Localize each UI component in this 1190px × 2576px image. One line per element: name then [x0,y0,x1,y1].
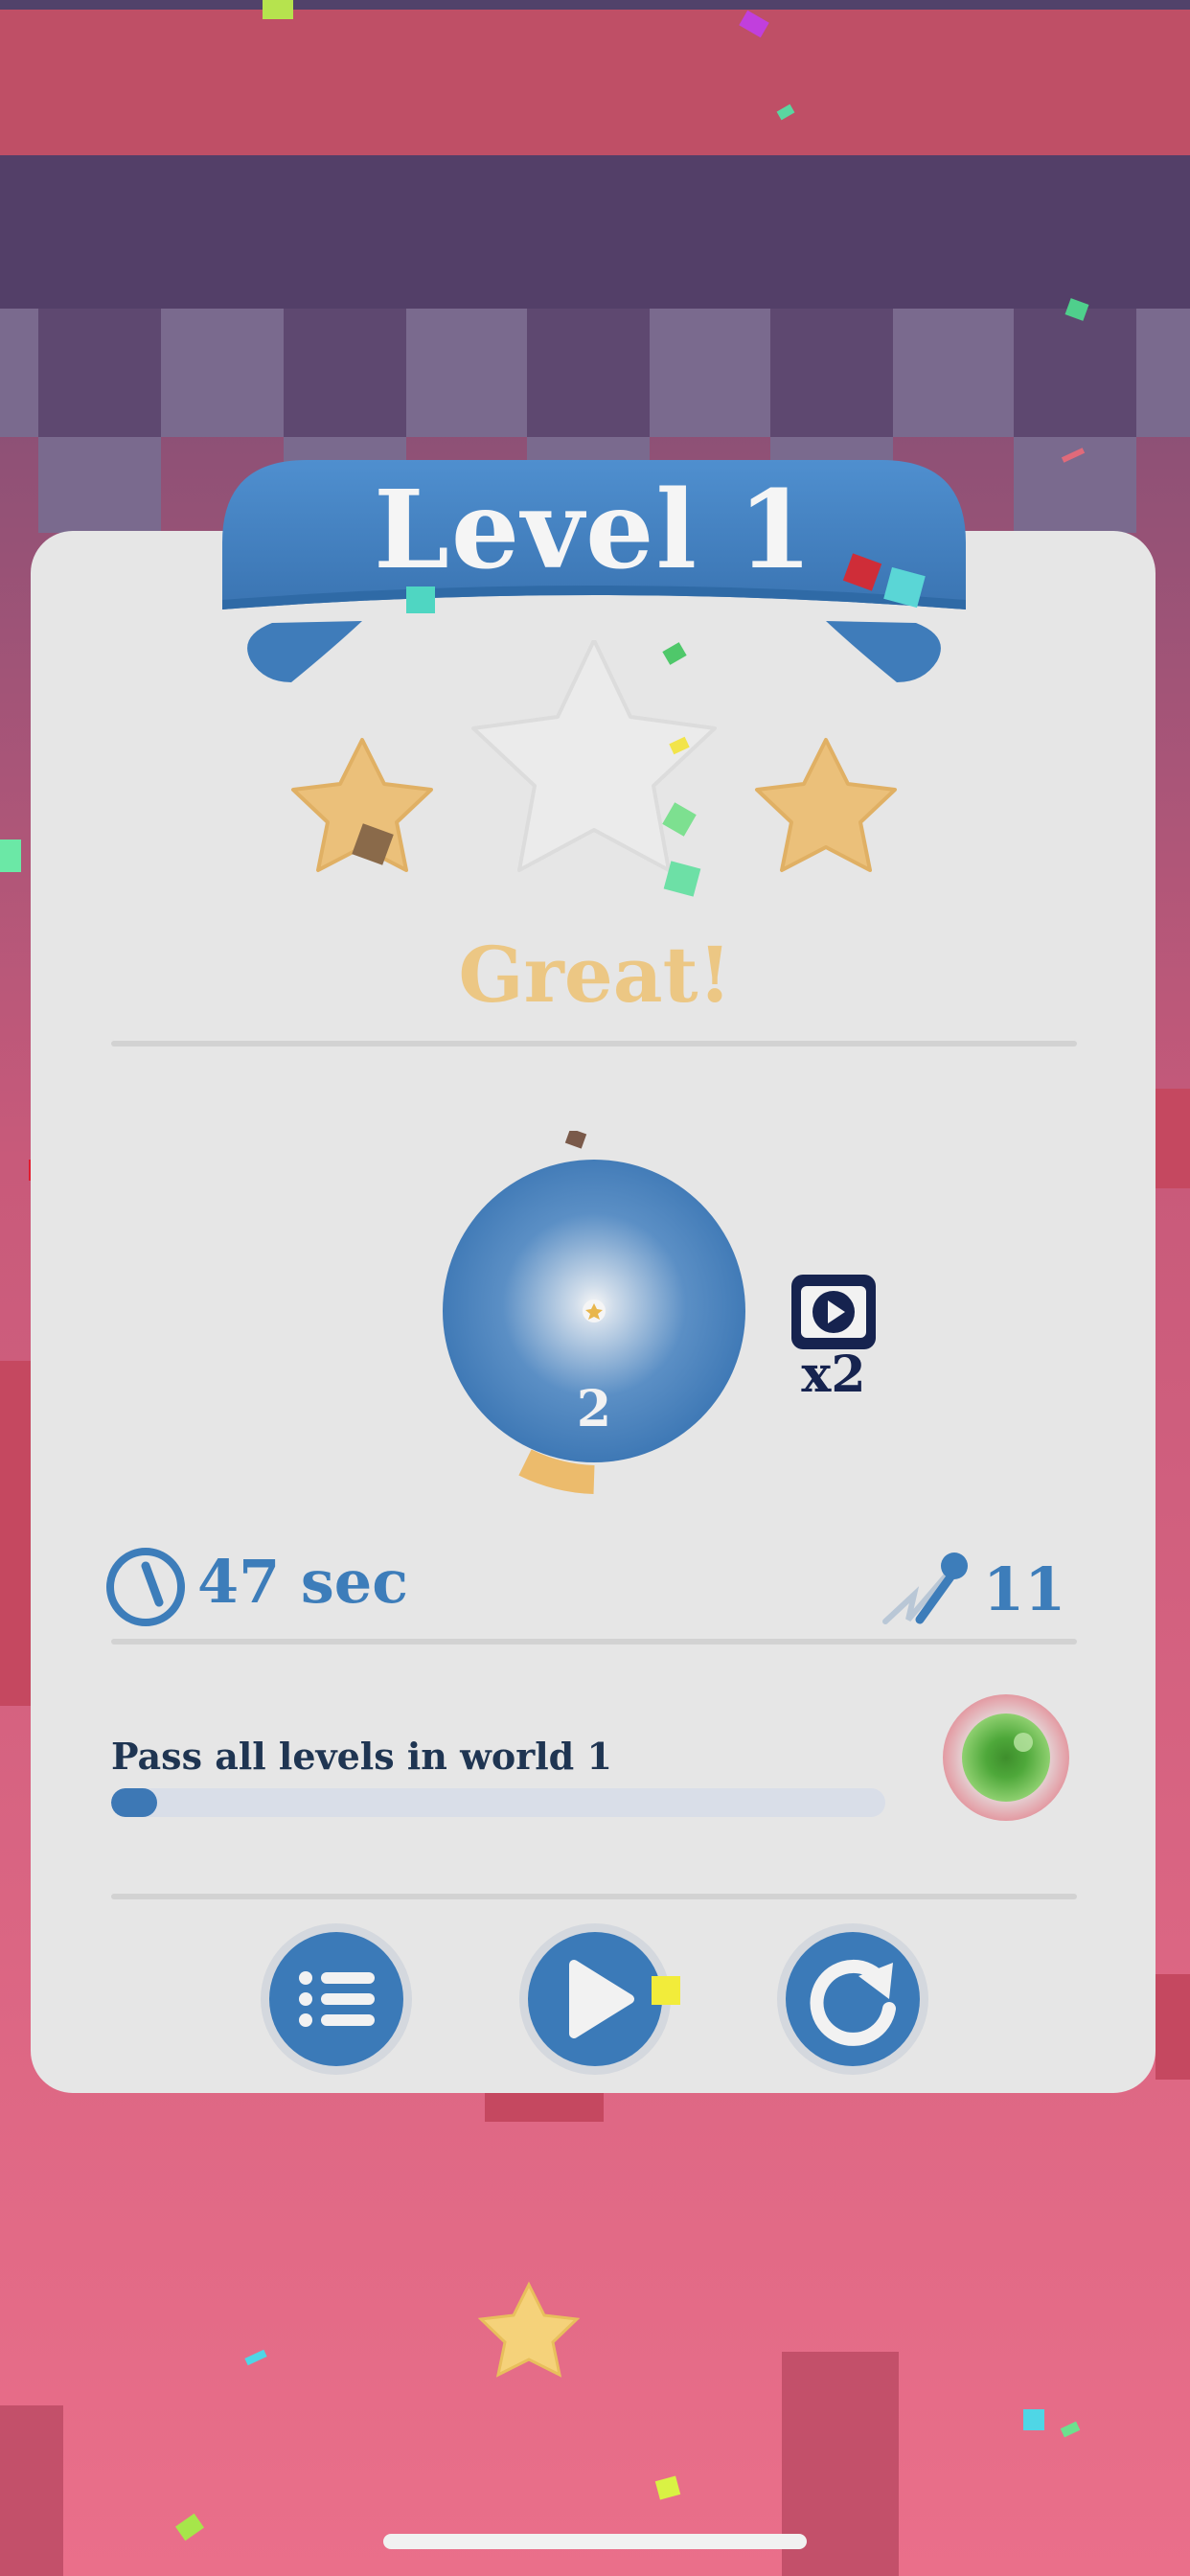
divider [111,1894,1077,1899]
moves-icon [882,1552,968,1624]
challenge-text: Pass all levels in world 1 [111,1735,612,1778]
challenge-progress-fill [111,1788,158,1817]
rating-text: Great! [458,930,732,1020]
play-icon [569,1960,634,2038]
confetti [652,1976,680,2005]
home-indicator[interactable] [383,2534,807,2549]
video-ad-icon[interactable] [788,1271,880,1353]
level-list-button[interactable] [269,1932,403,2066]
reward-orb [443,1131,745,1494]
divider [111,1041,1077,1046]
star-right [755,738,897,872]
star-rating [291,640,897,897]
star-center-empty [471,640,717,872]
confetti [406,586,435,613]
moves-value: 11 [983,1554,1066,1624]
next-level-button[interactable] [528,1932,662,2066]
challenge-progress-bar [111,1788,885,1817]
video-multiplier-label[interactable]: x2 [786,1346,881,1404]
time-value: 47 sec [197,1547,408,1617]
restart-icon [810,1959,896,2046]
reward-count: 2 [576,1380,612,1438]
clock-icon [106,1548,185,1626]
list-icon [299,1971,375,2027]
challenge-reward-orb-icon[interactable] [941,1692,1071,1823]
divider [111,1639,1077,1644]
retry-button[interactable] [786,1932,920,2066]
